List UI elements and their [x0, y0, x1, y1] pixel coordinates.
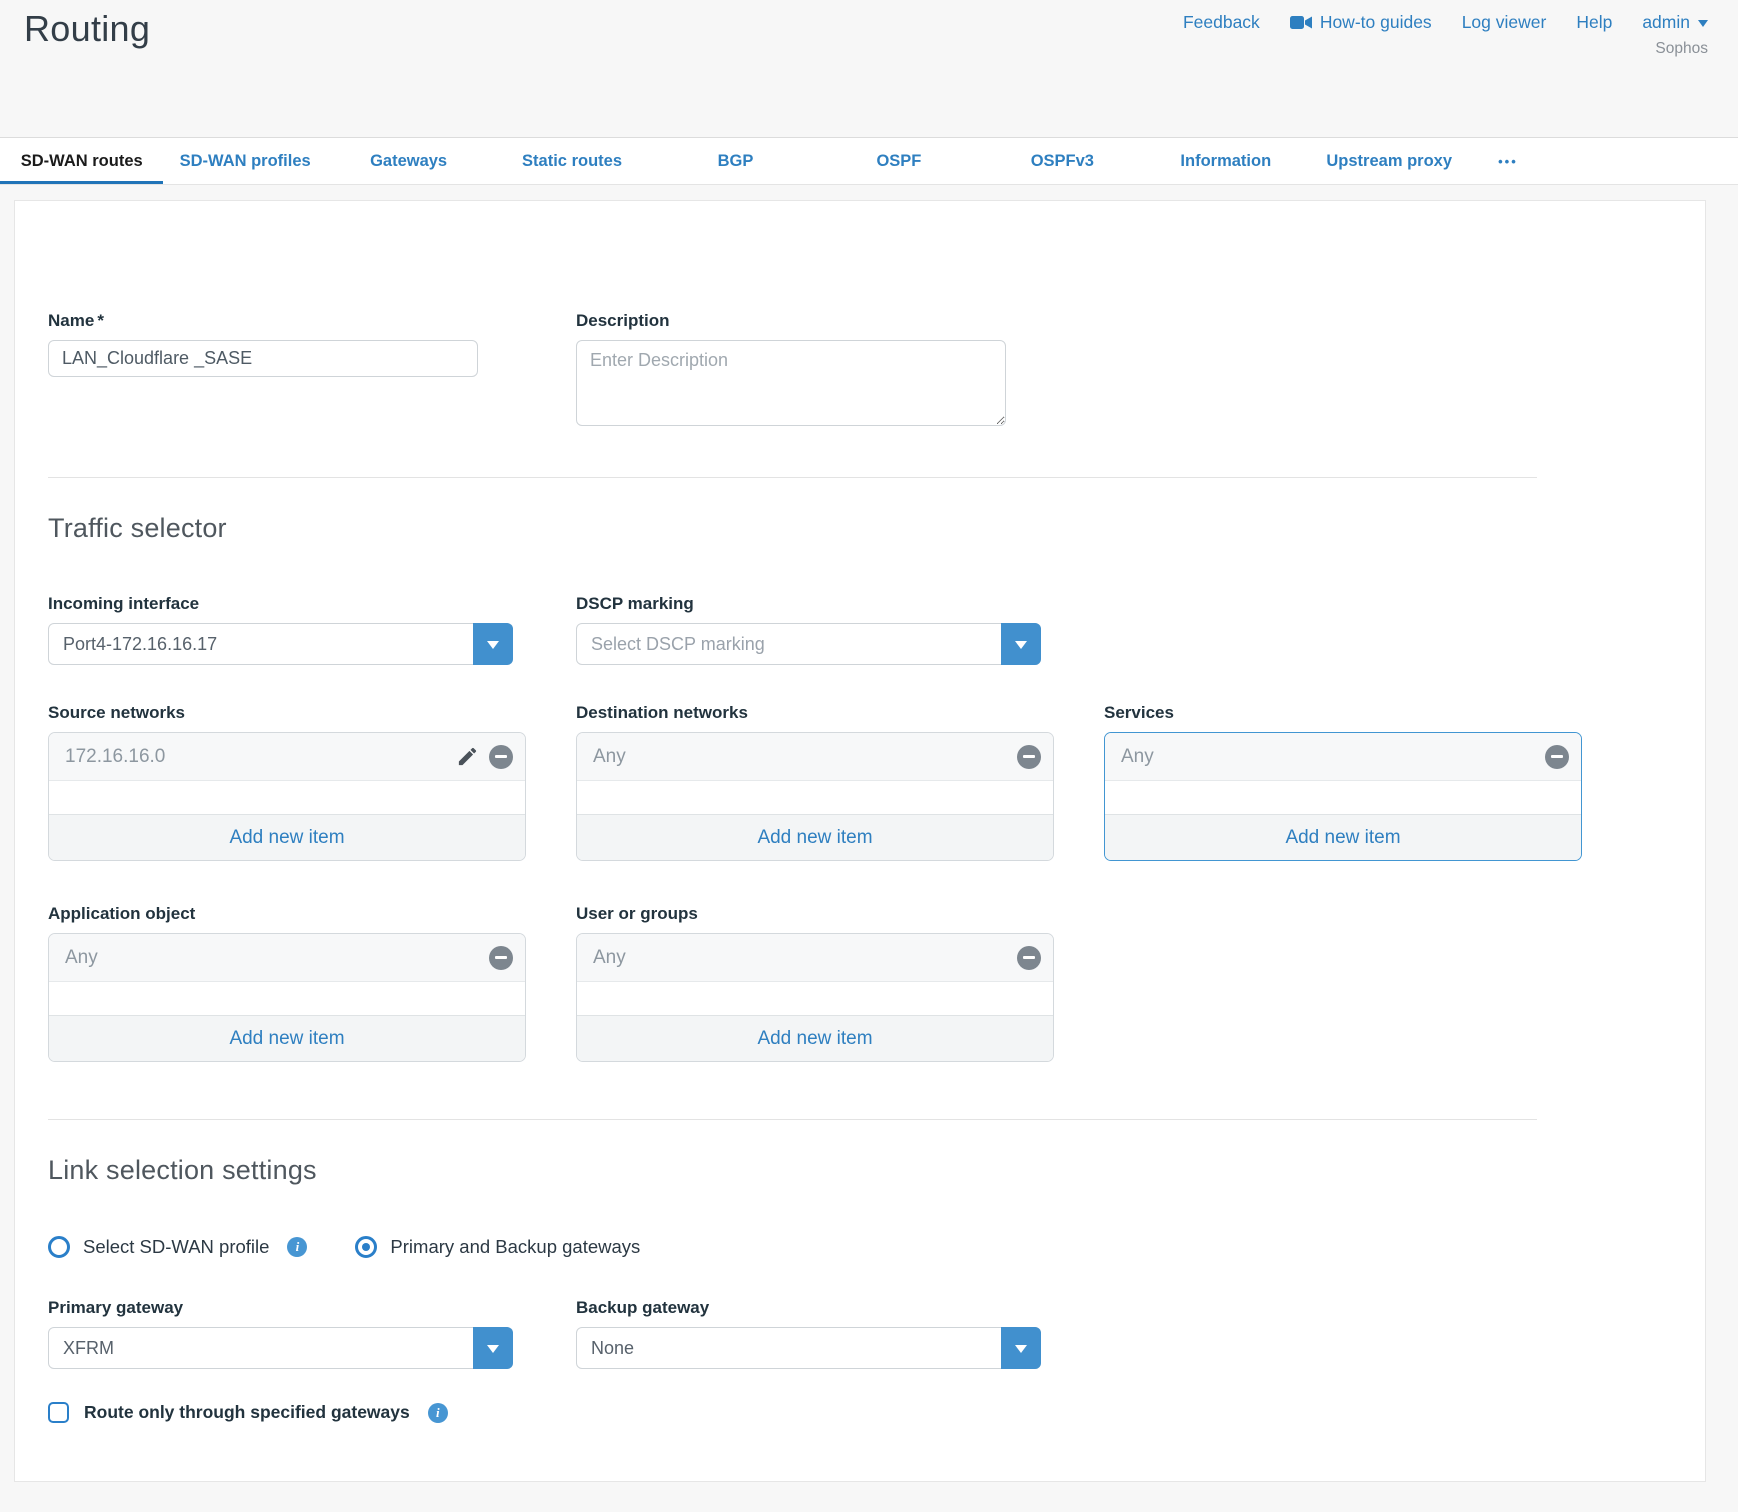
primary-gateway-label: Primary gateway [48, 1298, 528, 1318]
incoming-interface-select[interactable]: Port4-172.16.16.17 [48, 623, 513, 665]
link-selection-heading: Link selection settings [48, 1155, 1705, 1186]
radio-select-sdwan-profile[interactable] [48, 1236, 70, 1258]
name-label: Name [48, 311, 94, 330]
description-textarea[interactable] [576, 340, 1006, 426]
dropdown-caret-icon[interactable] [1001, 623, 1041, 665]
tab-upstream-proxy[interactable]: Upstream proxy [1308, 138, 1471, 184]
user-or-groups-box: Any Add new item [576, 933, 1054, 1062]
itembox-filler [577, 982, 1053, 1015]
destination-networks-group: Destination networks Any Add new item [576, 703, 1056, 861]
info-icon[interactable]: i [287, 1237, 307, 1257]
dropdown-caret-icon[interactable] [473, 1327, 513, 1369]
list-item: Any [1105, 733, 1581, 781]
itembox-filler [49, 982, 525, 1015]
remove-item-icon[interactable] [489, 946, 513, 970]
list-item: 172.16.16.0 [49, 733, 525, 781]
primary-gateway-select[interactable]: XFRM [48, 1327, 513, 1369]
link-selection-options: Select SD-WAN profile i Primary and Back… [48, 1236, 1705, 1258]
sdwan-route-form-card: Name* Description Traffic selector Incom… [14, 200, 1706, 1482]
backup-gateway-group: Backup gateway None [576, 1298, 1056, 1369]
help-link[interactable]: Help [1576, 12, 1612, 33]
tab-bar: SD-WAN routes SD-WAN profiles Gateways S… [0, 137, 1738, 185]
tab-static-routes[interactable]: Static routes [490, 138, 653, 184]
tab-ospf[interactable]: OSPF [817, 138, 980, 184]
required-marker: * [97, 311, 104, 330]
description-label: Description [576, 311, 1056, 331]
route-only-checkbox[interactable] [48, 1402, 69, 1423]
incoming-interface-label: Incoming interface [48, 594, 528, 614]
radio-label[interactable]: Primary and Backup gateways [390, 1236, 640, 1258]
remove-item-icon[interactable] [1017, 745, 1041, 769]
destination-networks-label: Destination networks [576, 703, 1056, 723]
chevron-down-icon [1698, 20, 1708, 32]
user-or-groups-label: User or groups [576, 904, 1056, 924]
application-object-box: Any Add new item [48, 933, 526, 1062]
services-box: Any Add new item [1104, 732, 1582, 861]
application-object-group: Application object Any Add new item [48, 904, 528, 1062]
tab-more-ellipsis[interactable]: ••• [1471, 138, 1545, 184]
source-networks-box: 172.16.16.0 Add new item [48, 732, 526, 861]
backup-gateway-label: Backup gateway [576, 1298, 1056, 1318]
name-field-group: Name* [48, 311, 528, 377]
brand-text: Sophos [1655, 40, 1708, 58]
add-new-item-button[interactable]: Add new item [577, 814, 1053, 860]
route-only-row: Route only through specified gateways i [48, 1402, 1705, 1423]
page-title: Routing [24, 8, 150, 50]
itembox-filler [49, 781, 525, 814]
feedback-link[interactable]: Feedback [1183, 12, 1260, 33]
services-label: Services [1104, 703, 1584, 723]
dscp-marking-group: DSCP marking Select DSCP marking [576, 594, 1056, 665]
route-only-label[interactable]: Route only through specified gateways [84, 1402, 410, 1423]
primary-gateway-group: Primary gateway XFRM [48, 1298, 528, 1369]
section-divider [48, 1119, 1537, 1120]
list-item: Any [577, 934, 1053, 982]
log-viewer-link[interactable]: Log viewer [1462, 12, 1547, 33]
application-object-label: Application object [48, 904, 528, 924]
add-new-item-button[interactable]: Add new item [1105, 814, 1581, 860]
remove-item-icon[interactable] [489, 745, 513, 769]
tab-bgp[interactable]: BGP [654, 138, 817, 184]
backup-gateway-select[interactable]: None [576, 1327, 1041, 1369]
services-group: Services Any Add new item [1104, 703, 1584, 861]
itembox-filler [577, 781, 1053, 814]
user-menu[interactable]: admin [1642, 12, 1708, 33]
source-networks-label: Source networks [48, 703, 528, 723]
dscp-marking-select[interactable]: Select DSCP marking [576, 623, 1041, 665]
radio-primary-backup-gateways[interactable] [355, 1236, 377, 1258]
edit-pencil-icon[interactable] [456, 745, 479, 768]
how-to-guides-link[interactable]: How-to guides [1290, 12, 1432, 33]
destination-networks-box: Any Add new item [576, 732, 1054, 861]
remove-item-icon[interactable] [1545, 745, 1569, 769]
section-divider [48, 477, 1537, 478]
dropdown-caret-icon[interactable] [1001, 1327, 1041, 1369]
radio-label[interactable]: Select SD-WAN profile [83, 1236, 269, 1258]
traffic-selector-heading: Traffic selector [48, 513, 1705, 544]
tab-sdwan-profiles[interactable]: SD-WAN profiles [163, 138, 326, 184]
description-field-group: Description [576, 311, 1056, 431]
video-camera-icon [1290, 15, 1312, 30]
tab-sdwan-routes[interactable]: SD-WAN routes [0, 138, 163, 184]
list-item: Any [49, 934, 525, 982]
itembox-filler [1105, 781, 1581, 814]
remove-item-icon[interactable] [1017, 946, 1041, 970]
tab-gateways[interactable]: Gateways [327, 138, 490, 184]
user-or-groups-group: User or groups Any Add new item [576, 904, 1056, 1062]
top-header: Routing Feedback How-to guides Log viewe… [0, 0, 1738, 137]
add-new-item-button[interactable]: Add new item [49, 814, 525, 860]
add-new-item-button[interactable]: Add new item [577, 1015, 1053, 1061]
tab-information[interactable]: Information [1144, 138, 1307, 184]
source-networks-group: Source networks 172.16.16.0 Add new item [48, 703, 528, 861]
header-nav: Feedback How-to guides Log viewer Help a… [1183, 12, 1708, 33]
incoming-interface-group: Incoming interface Port4-172.16.16.17 [48, 594, 528, 665]
add-new-item-button[interactable]: Add new item [49, 1015, 525, 1061]
info-icon[interactable]: i [428, 1403, 448, 1423]
name-input[interactable] [48, 340, 478, 377]
dropdown-caret-icon[interactable] [473, 623, 513, 665]
dscp-marking-label: DSCP marking [576, 594, 1056, 614]
tab-ospfv3[interactable]: OSPFv3 [981, 138, 1144, 184]
list-item: Any [577, 733, 1053, 781]
